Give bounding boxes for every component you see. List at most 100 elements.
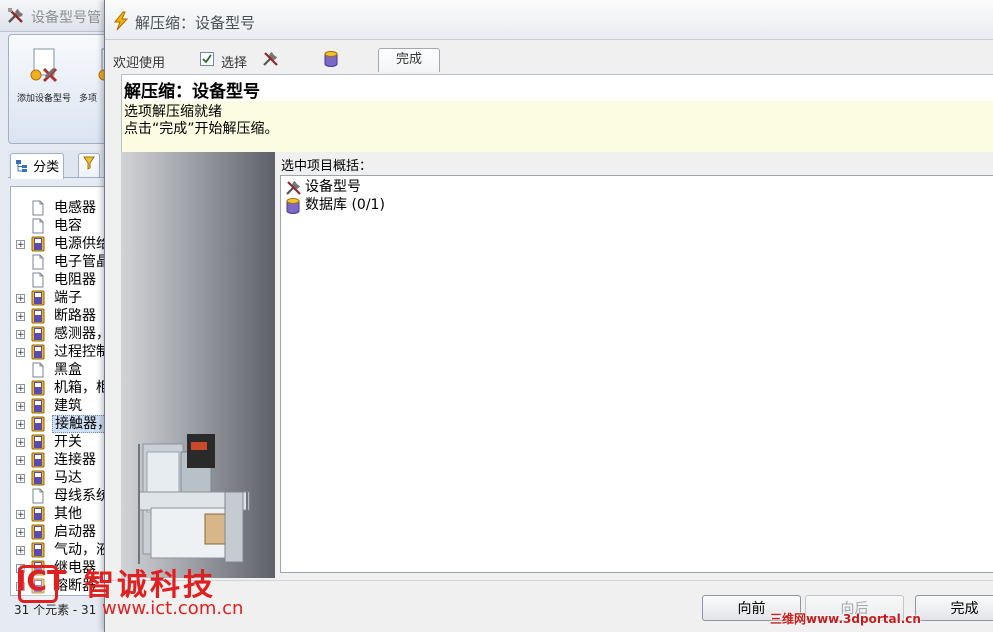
book-icon: [31, 398, 45, 414]
summary-item-label: 设备型号: [305, 179, 361, 195]
tree-item-label: 建筑: [54, 398, 82, 414]
background-window: 设备型号管 添加设备型号 多项 分类 电感器 电容 + 电源供给 电子管晶 电阻…: [0, 0, 123, 632]
book-icon: [31, 416, 45, 432]
database-icon[interactable]: [323, 50, 339, 68]
tab-category[interactable]: 分类: [10, 153, 65, 179]
wizard-header: 解压缩：设备型号 选项解压缩就绪 点击“完成”开始解压缩。: [121, 74, 993, 152]
tree-item[interactable]: + 电源供给: [11, 235, 112, 253]
expand-toggle-icon[interactable]: +: [16, 348, 25, 358]
book-icon: [31, 290, 45, 306]
wizard-side-image: [121, 152, 275, 578]
tree-item-label: 马达: [54, 470, 82, 486]
tree-item[interactable]: 电感器: [11, 199, 112, 217]
page-icon: [32, 218, 44, 234]
tree-item[interactable]: 电阻器: [11, 271, 112, 289]
summary-list[interactable]: 设备型号 数据库 (0/1): [280, 175, 993, 573]
wizard-step-select[interactable]: 选择: [221, 52, 247, 71]
page-icon: [32, 488, 44, 504]
tree-item-label: 开关: [54, 434, 82, 450]
database-icon: [286, 198, 300, 214]
info-band: 选项解压缩就绪 点击“完成”开始解压缩。: [122, 101, 993, 152]
dialog-titlebar[interactable]: 解压缩：设备型号: [105, 0, 993, 40]
tree-item-label: 其他: [54, 506, 82, 522]
page-icon: [32, 254, 44, 270]
tree-item-label: 电源供给: [54, 236, 110, 252]
tree-item[interactable]: 电容: [11, 217, 112, 235]
ict-url: www.ict.com.cn: [102, 598, 244, 619]
expand-toggle-icon[interactable]: +: [16, 438, 25, 448]
tree-item[interactable]: + 开关: [11, 433, 112, 451]
tree-item-label: 端子: [54, 290, 82, 306]
tab-category-label: 分类: [33, 160, 60, 175]
expand-toggle-icon[interactable]: +: [16, 402, 25, 412]
tree-item[interactable]: + 气动，液: [11, 541, 112, 559]
add-device-model-button[interactable]: 添加设备型号: [9, 43, 79, 133]
tree-item-label: 母线系统: [54, 488, 110, 504]
checkmark-icon: [202, 54, 212, 64]
expand-toggle-icon[interactable]: +: [16, 546, 25, 556]
category-tree[interactable]: 电感器 电容 + 电源供给电子管晶电阻器 + 端子 + 断路器 + 感测器， + 过程控制 黑盒 + 机箱，…: [10, 186, 112, 596]
tree-item[interactable]: + 接触器，: [11, 415, 112, 433]
background-window-titlebar[interactable]: 设备型号管: [0, 0, 112, 32]
summary-item-label: 数据库 (0/1): [305, 197, 385, 213]
tree-item[interactable]: + 建筑: [11, 397, 112, 415]
book-icon: [31, 344, 45, 360]
book-icon: [31, 542, 45, 558]
wizard-steps-bar: 欢迎使用 选择 完成: [105, 40, 993, 74]
expand-toggle-icon[interactable]: +: [16, 330, 25, 340]
expand-toggle-icon[interactable]: +: [16, 384, 25, 394]
tree-item[interactable]: + 感测器，: [11, 325, 112, 343]
ribbon: 添加设备型号 多项: [8, 34, 123, 144]
tools-icon: [8, 8, 23, 23]
extract-dialog: 解压缩：设备型号 欢迎使用 选择 完成 解压缩：设备型号 选项解压缩就绪 点击“…: [104, 0, 993, 632]
book-icon: [31, 524, 45, 540]
tools-icon[interactable]: [262, 50, 280, 68]
expand-toggle-icon[interactable]: +: [16, 240, 25, 250]
tree-structure-icon: [16, 160, 27, 172]
tree-item[interactable]: 母线系统: [11, 487, 112, 505]
ict-logo-text: ICT: [16, 564, 67, 597]
background-window-title: 设备型号管: [31, 10, 101, 26]
tree-item[interactable]: 黑盒: [11, 361, 112, 379]
tree-item[interactable]: + 机箱，柜: [11, 379, 112, 397]
page-icon: [32, 200, 44, 216]
cabinet-illustration: [138, 434, 250, 564]
tree-item-label: 黑盒: [54, 362, 82, 378]
expand-toggle-icon[interactable]: +: [16, 312, 25, 322]
tab-filter[interactable]: [78, 153, 100, 177]
expand-toggle-icon[interactable]: +: [16, 456, 25, 466]
tree-item-label: 电子管晶: [54, 254, 110, 270]
tree-item[interactable]: + 其他: [11, 505, 112, 523]
expand-toggle-icon[interactable]: +: [16, 294, 25, 304]
expand-toggle-icon[interactable]: +: [16, 510, 25, 520]
tab-finish[interactable]: 完成: [378, 48, 440, 72]
expand-toggle-icon[interactable]: +: [16, 474, 25, 484]
tree-item[interactable]: + 启动器: [11, 523, 112, 541]
wizard-step-welcome[interactable]: 欢迎使用: [113, 52, 165, 71]
tree-item-label: 电阻器: [54, 272, 96, 288]
tree-item[interactable]: 电子管晶: [11, 253, 112, 271]
tree-item[interactable]: + 过程控制: [11, 343, 112, 361]
dialog-title: 解压缩：设备型号: [135, 14, 256, 32]
page-title: 解压缩：设备型号: [124, 82, 260, 102]
book-icon: [31, 434, 45, 450]
info-instruction-text: 点击“完成”开始解压缩。: [124, 121, 279, 137]
ict-watermark: ICT 智诚科技 www.ict.com.cn: [14, 560, 264, 626]
tree-item-label: 气动，液: [54, 542, 110, 558]
page-icon: [32, 272, 44, 288]
tree-item[interactable]: + 马达: [11, 469, 112, 487]
add-device-icon: [30, 48, 58, 83]
tree-item-label: 电感器: [54, 200, 96, 216]
expand-toggle-icon[interactable]: +: [16, 420, 25, 430]
filter-icon: [83, 156, 95, 170]
expand-toggle-icon[interactable]: +: [16, 528, 25, 538]
tree-item-label: 连接器: [54, 452, 96, 468]
select-checkbox[interactable]: [200, 52, 214, 66]
book-icon: [31, 452, 45, 468]
tree-item[interactable]: + 端子: [11, 289, 112, 307]
tree-item-label: 接触器，: [52, 415, 112, 433]
tree-item[interactable]: + 连接器: [11, 451, 112, 469]
tree-item[interactable]: + 断路器: [11, 307, 112, 325]
3dportal-watermark: 三维网www.3dportal.cn: [770, 612, 921, 626]
finish-button[interactable]: 完成: [915, 595, 993, 621]
